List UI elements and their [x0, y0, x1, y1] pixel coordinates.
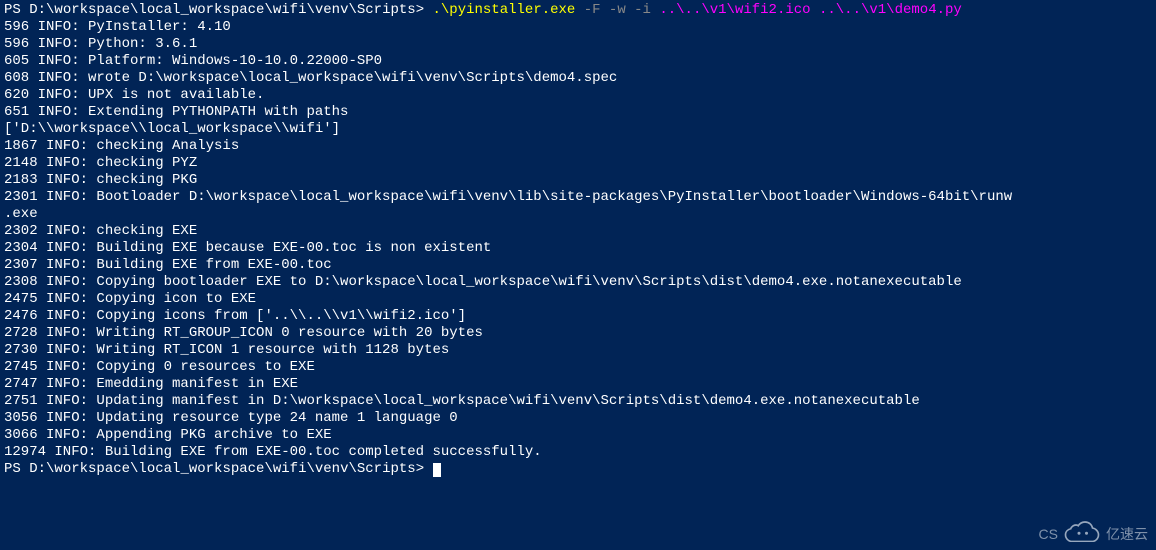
prompt-sep: > [416, 461, 433, 477]
prompt-path: D:\workspace\local_workspace\wifi\venv\S… [29, 2, 415, 18]
ps-prefix: PS [4, 2, 29, 18]
output-line: 605 INFO: Platform: Windows-10-10.0.2200… [4, 53, 1152, 70]
output-line: 2148 INFO: checking PYZ [4, 155, 1152, 172]
watermark-left-text: CS [1039, 526, 1058, 543]
output-line: 2475 INFO: Copying icon to EXE [4, 291, 1152, 308]
prompt-path: D:\workspace\local_workspace\wifi\venv\S… [29, 461, 415, 477]
cursor [433, 463, 441, 477]
output-line: 2302 INFO: checking EXE [4, 223, 1152, 240]
output-line: 1867 INFO: checking Analysis [4, 138, 1152, 155]
output-line: 12974 INFO: Building EXE from EXE-00.toc… [4, 444, 1152, 461]
output-line: 608 INFO: wrote D:\workspace\local_works… [4, 70, 1152, 87]
output-line: 2308 INFO: Copying bootloader EXE to D:\… [4, 274, 1152, 291]
output-line: 2730 INFO: Writing RT_ICON 1 resource wi… [4, 342, 1152, 359]
ps-prefix: PS [4, 461, 29, 477]
cmd-args: ..\..\v1\wifi2.ico ..\..\v1\demo4.py [659, 2, 961, 18]
output-line: ['D:\\workspace\\local_workspace\\wifi'] [4, 121, 1152, 138]
output-line: 3056 INFO: Updating resource type 24 nam… [4, 410, 1152, 427]
output-line: 2183 INFO: checking PKG [4, 172, 1152, 189]
output-line: 2301 INFO: Bootloader D:\workspace\local… [4, 189, 1152, 206]
watermark: CS 亿速云 [1039, 520, 1148, 548]
output-line: 596 INFO: PyInstaller: 4.10 [4, 19, 1152, 36]
output-line: 620 INFO: UPX is not available. [4, 87, 1152, 104]
watermark-brand: 亿速云 [1106, 526, 1148, 543]
output-line: 3066 INFO: Appending PKG archive to EXE [4, 427, 1152, 444]
output-line: .exe [4, 206, 1152, 223]
output-line: 2476 INFO: Copying icons from ['..\\..\\… [4, 308, 1152, 325]
output-line: 2307 INFO: Building EXE from EXE-00.toc [4, 257, 1152, 274]
cloud-icon [1064, 520, 1100, 548]
output-line: 596 INFO: Python: 3.6.1 [4, 36, 1152, 53]
output-line: 651 INFO: Extending PYTHONPATH with path… [4, 104, 1152, 121]
cmd-executable: .\pyinstaller.exe [433, 2, 576, 18]
prompt-sep: > [416, 2, 433, 18]
output-line: 2304 INFO: Building EXE because EXE-00.t… [4, 240, 1152, 257]
output-line: 2747 INFO: Emedding manifest in EXE [4, 376, 1152, 393]
output-line: 2728 INFO: Writing RT_GROUP_ICON 0 resou… [4, 325, 1152, 342]
cmd-flags: -F -w -i [575, 2, 659, 18]
command-line-2[interactable]: PS D:\workspace\local_workspace\wifi\ven… [4, 461, 1152, 478]
output-line: 2751 INFO: Updating manifest in D:\works… [4, 393, 1152, 410]
command-line-1[interactable]: PS D:\workspace\local_workspace\wifi\ven… [4, 2, 1152, 19]
output-line: 2745 INFO: Copying 0 resources to EXE [4, 359, 1152, 376]
